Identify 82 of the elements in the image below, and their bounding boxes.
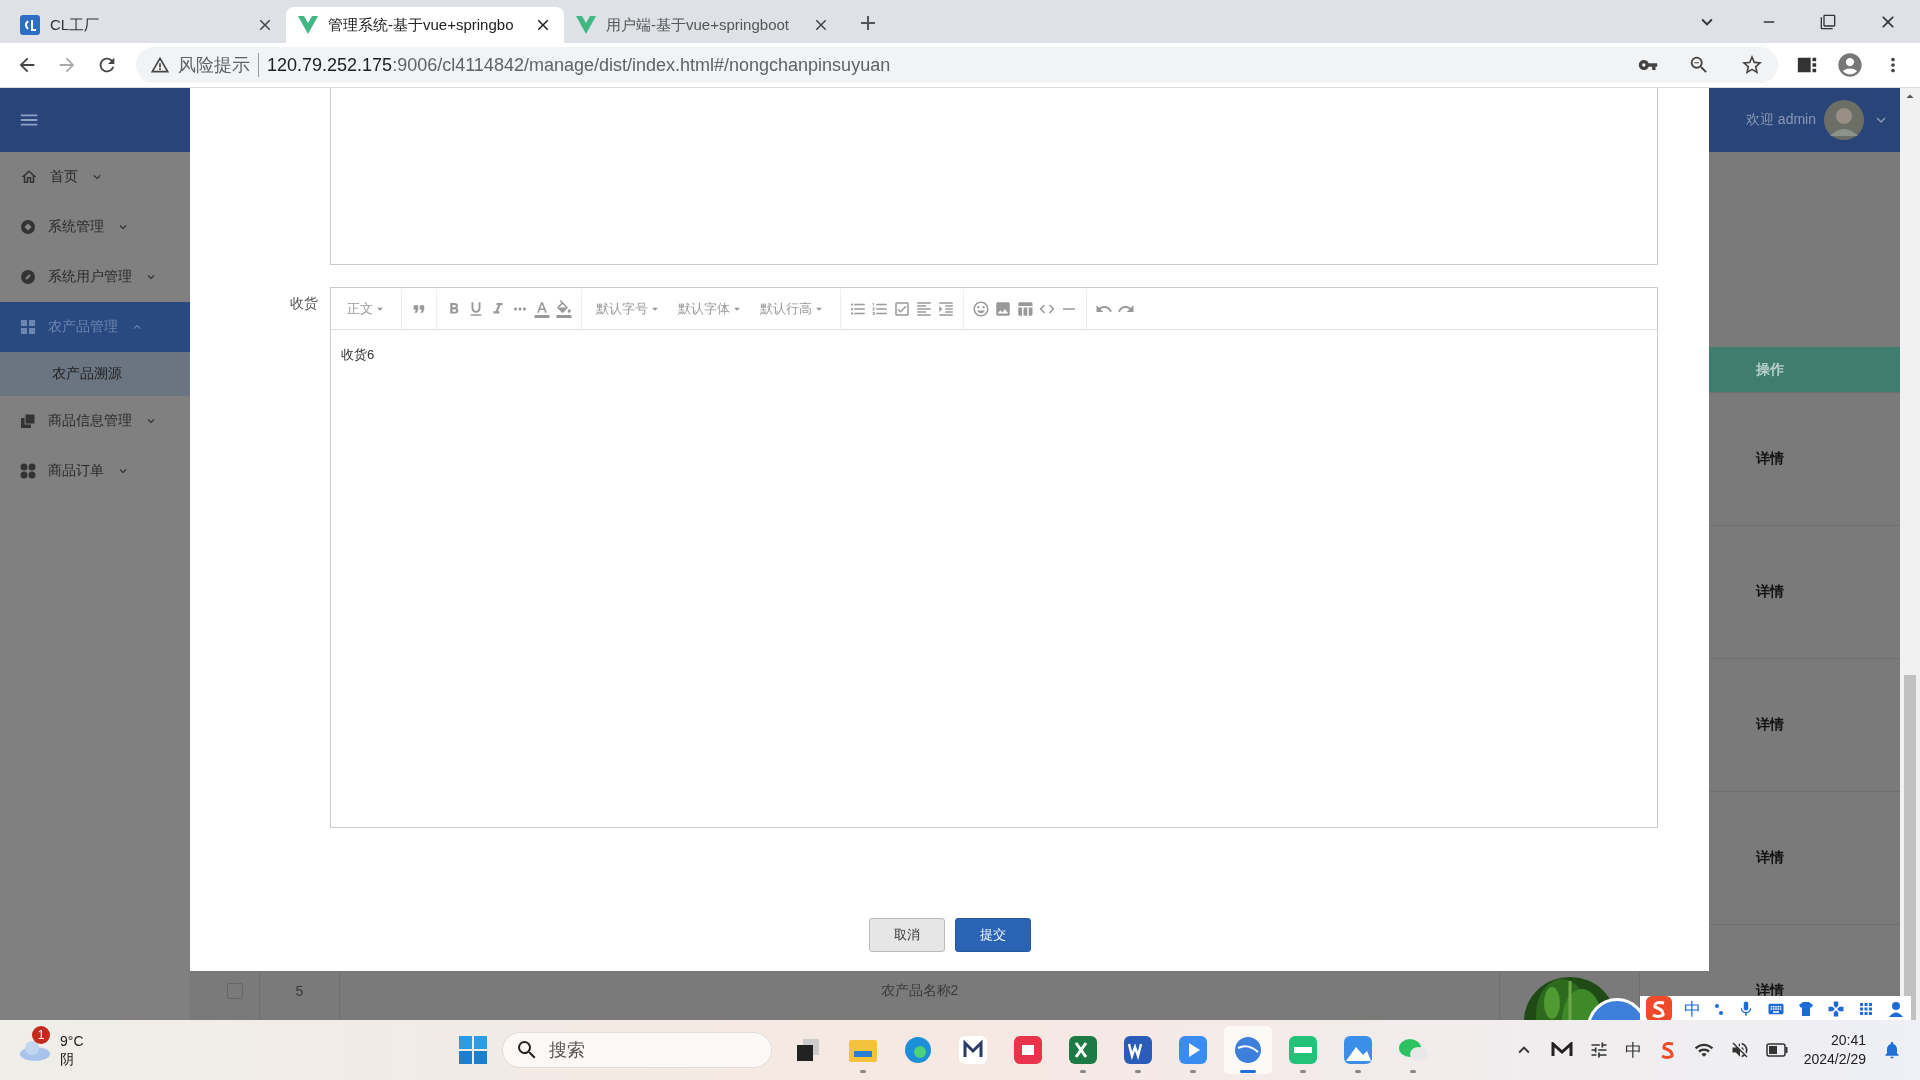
font-color-icon[interactable] [533,299,551,318]
shirt-icon[interactable] [1797,1000,1815,1018]
m-app-icon[interactable] [1550,1042,1573,1058]
folder-icon[interactable] [847,1037,878,1063]
m-app-icon[interactable] [957,1035,988,1065]
table-icon[interactable] [1016,299,1034,318]
sidebar-item[interactable]: 农产品管理 [0,302,190,352]
bell-icon[interactable] [1882,1040,1902,1060]
image-icon[interactable] [994,299,1012,318]
field-label: 收货 [289,294,319,313]
sidebar-item[interactable]: 系统管理 [0,202,190,252]
ime-indicator[interactable]: 中 [1624,1038,1642,1062]
emoji-icon[interactable] [972,299,990,318]
sidebar-subitem[interactable]: 农产品溯源 [0,352,190,396]
cloud-icon[interactable] [18,1038,52,1062]
spreadsheet-icon[interactable] [1067,1035,1098,1065]
font-dropdown[interactable]: 默认字号 [590,293,668,324]
browser-tab[interactable]: CL工厂 [8,7,286,43]
browser-tab[interactable]: 管理系统-基于vue+springbo [286,7,564,43]
apps-icon [20,463,36,479]
sidebar-item[interactable]: 商品订单 [0,446,190,496]
ime-mode[interactable]: 中 [1684,997,1701,1020]
play-icon[interactable] [1177,1035,1208,1065]
sogou-logo-icon[interactable] [1646,996,1672,1020]
detail-link[interactable]: 详情 [1756,849,1784,867]
home-icon [20,168,38,186]
edge-icon[interactable] [902,1035,933,1065]
tab-title: 管理系统-基于vue+springbo [328,15,515,35]
clock[interactable]: 20:41 2024/2/29 [1803,1031,1866,1069]
url-text[interactable]: 120.79.252.175:9006/cl4114842/manage/dist/index.html#/nongchanpinsuyuan [267,54,891,76]
background-color-icon[interactable] [555,299,573,318]
document-icon[interactable] [1122,1035,1153,1065]
font-dropdown[interactable]: 默认行高 [754,293,832,324]
notification-badge: 1 [32,1026,50,1044]
task-view-icon[interactable] [794,1037,821,1063]
temperature-text: 9°C [60,1032,84,1050]
weather-text: 阴 [60,1050,75,1068]
welcome-text: 欢迎 admin [1745,111,1816,129]
detail-link[interactable]: 详情 [1756,450,1784,468]
punctuation-icon[interactable] [1713,1001,1725,1017]
tab-title: CL工厂 [50,15,101,35]
user-icon[interactable] [1887,1000,1905,1018]
search-field[interactable]: 搜索 [502,1032,772,1068]
vue-logo-icon [576,16,596,34]
time-text: 20:41 [1830,1031,1866,1050]
detail-link[interactable]: 详情 [1756,716,1784,734]
restore-icon[interactable] [1820,13,1836,30]
photos-icon[interactable] [1342,1035,1373,1065]
warning-icon [150,55,170,75]
profile-icon[interactable] [1836,51,1864,79]
date-text: 2024/2/29 [1803,1050,1866,1069]
folder-icon [20,413,36,429]
zoom-out-icon[interactable] [1688,54,1710,76]
video-app-icon[interactable] [1287,1035,1318,1065]
tab-title: 用户端-基于vue+springboot [606,15,790,35]
vue-logo-icon [298,16,318,34]
cancel-button[interactable]: 取消 [868,918,945,952]
apps-icon[interactable] [1857,1000,1875,1018]
scrollbar-thumb[interactable] [1904,675,1916,1020]
font-dropdown[interactable]: 默认字体 [672,293,750,324]
battery-icon[interactable] [1765,1043,1788,1057]
sidebar-item[interactable]: 商品信息管理 [0,396,190,446]
sidebar-item[interactable]: 系统用户管理 [0,252,190,302]
security-warning[interactable]: 风险提示 [178,53,259,77]
shopping-bag-icon[interactable] [1012,1035,1043,1065]
table-cell: 5 [295,983,304,999]
grid-icon [20,319,36,335]
checkbox-icon[interactable] [893,299,911,318]
sidebar-item[interactable]: 首页 [0,152,190,202]
heading-dropdown[interactable]: 正文 [341,293,393,324]
browser-tab[interactable]: 用户端-基于vue+springboot [564,7,842,43]
submit-button[interactable]: 提交 [954,918,1031,952]
globe-icon[interactable] [1232,1035,1263,1065]
cl-logo-icon [20,15,40,35]
avatar-icon[interactable] [1824,100,1864,140]
detail-link[interactable]: 详情 [1756,583,1784,601]
compass-icon [20,269,36,285]
table-cell: 农产品名称2 [880,982,959,1000]
circle-icon [20,219,36,235]
start-icon[interactable] [458,1035,488,1065]
gamepad-icon[interactable] [1827,1000,1845,1018]
star-icon[interactable] [1740,53,1764,77]
